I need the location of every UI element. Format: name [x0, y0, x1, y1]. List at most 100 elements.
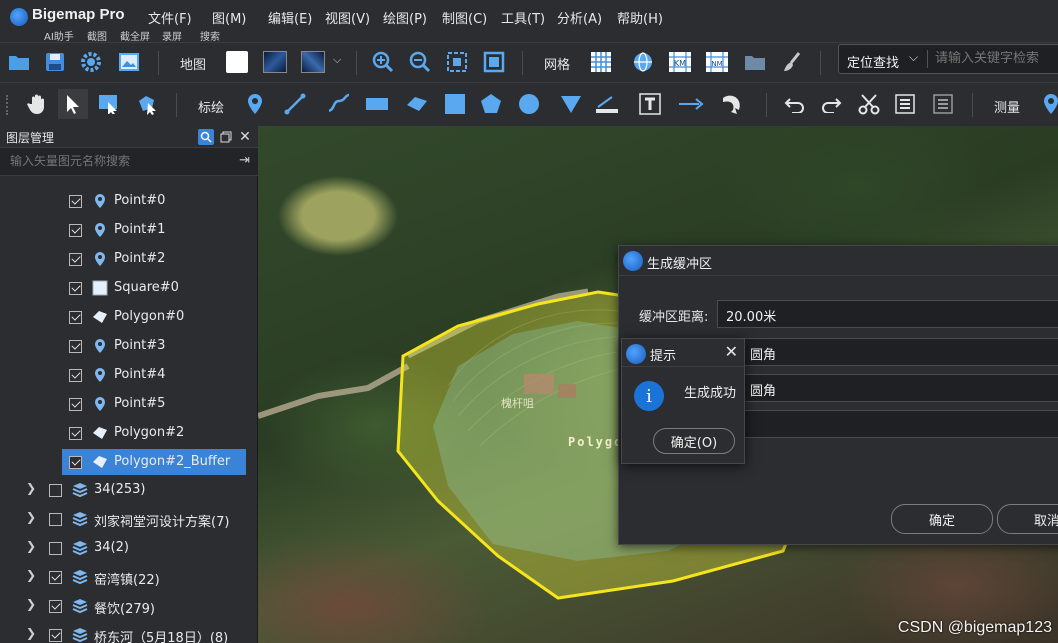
fullscreen-screenshot-button[interactable]: 截全屏 — [120, 28, 150, 43]
layer-group-checkbox[interactable] — [49, 600, 62, 613]
arrow-shape-tool-icon[interactable] — [402, 89, 432, 119]
settings-gear-icon[interactable] — [76, 47, 106, 77]
chevron-down-icon[interactable]: ⌵ — [333, 53, 341, 67]
rectangle-tool-icon[interactable] — [362, 89, 392, 119]
layer-checkbox[interactable] — [69, 311, 82, 324]
menu-analysis[interactable]: 分析(A) — [557, 8, 602, 27]
layer-checkbox[interactable] — [69, 224, 82, 237]
zoom-out-icon[interactable] — [405, 47, 435, 77]
satellite-map-icon[interactable] — [260, 47, 290, 77]
open-folder-icon[interactable] — [4, 47, 34, 77]
select-rect-icon[interactable] — [94, 89, 124, 119]
menu-view[interactable]: 视图(V) — [325, 8, 370, 27]
attribute-list-icon[interactable] — [890, 89, 920, 119]
layer-group-checkbox[interactable] — [49, 513, 62, 526]
chevron-right-icon[interactable]: ❯ — [26, 510, 36, 524]
clear-brush-icon[interactable] — [777, 47, 807, 77]
chevron-right-icon[interactable]: ❯ — [26, 568, 36, 582]
sheet-grid-icon[interactable]: NM — [702, 47, 732, 77]
menu-edit[interactable]: 编辑(E) — [268, 8, 312, 27]
menu-help[interactable]: 帮助(H) — [617, 8, 663, 27]
record-button[interactable]: 录屏 — [162, 28, 182, 43]
text-tool-icon[interactable] — [636, 89, 666, 119]
blank-map-icon[interactable] — [222, 47, 252, 77]
zoom-in-icon[interactable] — [368, 47, 398, 77]
layer-item[interactable]: Point#0 — [0, 188, 258, 214]
measure-ruler-icon[interactable] — [592, 89, 622, 119]
layer-item[interactable]: Polygon#0 — [0, 304, 258, 330]
toolbar-grip[interactable] — [6, 95, 9, 115]
layer-checkbox[interactable] — [69, 456, 82, 469]
full-extent-icon[interactable] — [479, 47, 509, 77]
layer-item[interactable]: Point#3 — [0, 333, 258, 359]
square-tool-icon[interactable] — [440, 89, 470, 119]
save-icon[interactable] — [40, 47, 70, 77]
layer-group[interactable]: ❯ 34(2) — [0, 535, 258, 561]
ai-assistant-button[interactable]: AI助手 — [44, 28, 74, 43]
undo-icon[interactable] — [780, 89, 810, 119]
chevron-right-icon[interactable]: ❯ — [26, 597, 36, 611]
chevron-down-icon[interactable]: ⌵ — [909, 50, 918, 65]
km-grid-icon[interactable]: KM — [665, 47, 695, 77]
image-icon[interactable] — [114, 47, 144, 77]
curve-tool-icon[interactable] — [324, 89, 354, 119]
layer-item[interactable]: Polygon#2_Buffer — [0, 449, 258, 475]
search-quick-button[interactable]: 搜索 — [200, 28, 220, 43]
select-pointer-icon[interactable] — [58, 89, 88, 119]
marker-pin-icon[interactable] — [240, 89, 270, 119]
pentagon-tool-icon[interactable] — [476, 89, 506, 119]
globe-lnglat-icon[interactable] — [628, 47, 658, 77]
search-icon[interactable] — [198, 129, 214, 145]
hybrid-map-icon[interactable] — [298, 47, 328, 77]
folder-icon[interactable] — [740, 47, 770, 77]
menu-tools[interactable]: 工具(T) — [501, 8, 545, 27]
layer-group[interactable]: ❯ 餐饮(279) — [0, 593, 258, 619]
arrow-line-icon[interactable] — [676, 89, 706, 119]
layer-checkbox[interactable] — [69, 398, 82, 411]
layer-checkbox[interactable] — [69, 427, 82, 440]
line-tool-icon[interactable] — [280, 89, 310, 119]
close-icon[interactable]: ✕ — [725, 342, 738, 361]
cut-scissors-icon[interactable] — [854, 89, 884, 119]
redo-icon[interactable] — [816, 89, 846, 119]
collapse-panel-icon[interactable]: ⇥ — [239, 153, 250, 168]
layer-checkbox[interactable] — [69, 282, 82, 295]
menu-map[interactable]: 图(M) — [212, 8, 246, 27]
menu-cartography[interactable]: 制图(C) — [442, 8, 487, 27]
chevron-right-icon[interactable]: ❯ — [26, 539, 36, 553]
pan-hand-icon[interactable] — [22, 89, 52, 119]
layer-group-checkbox[interactable] — [49, 571, 62, 584]
corner-select-1[interactable]: 圆角 — [741, 338, 1058, 366]
layer-item[interactable]: Point#1 — [0, 217, 258, 243]
layer-group[interactable]: ❯ 34(253) — [0, 477, 258, 503]
layer-checkbox[interactable] — [69, 195, 82, 208]
measure-pin-icon[interactable] — [1036, 89, 1058, 119]
close-icon[interactable]: ✕ — [237, 129, 253, 145]
layer-item[interactable]: Polygon#2 — [0, 420, 258, 446]
layer-search-input[interactable] — [10, 154, 220, 168]
distance-field[interactable]: 20.00米 — [717, 300, 1058, 328]
fit-extent-icon[interactable] — [442, 47, 472, 77]
layer-item[interactable]: Point#4 — [0, 362, 258, 388]
layer-item[interactable]: Point#2 — [0, 246, 258, 272]
menu-file[interactable]: 文件(F) — [148, 8, 192, 27]
circle-tool-icon[interactable] — [514, 89, 544, 119]
grid-icon[interactable] — [586, 47, 616, 77]
search-mode-select[interactable]: 定位查找 — [847, 52, 899, 71]
layer-group-checkbox[interactable] — [49, 629, 62, 642]
curved-arrow-icon[interactable] — [718, 89, 748, 119]
sector-tool-icon[interactable] — [556, 89, 586, 119]
menu-draw[interactable]: 绘图(P) — [383, 8, 427, 27]
cancel-button[interactable]: 取消 — [997, 504, 1058, 534]
layer-group[interactable]: ❯ 桥东河（5月18日）(8) — [0, 622, 258, 643]
layer-item[interactable]: Point#5 — [0, 391, 258, 417]
corner-select-2[interactable]: 圆角 — [741, 374, 1058, 402]
table-list-icon[interactable] — [928, 89, 958, 119]
layer-group-checkbox[interactable] — [49, 484, 62, 497]
chevron-right-icon[interactable]: ❯ — [26, 626, 36, 640]
layer-group[interactable]: ❯ 窑湾镇(22) — [0, 564, 258, 590]
chevron-right-icon[interactable]: ❯ — [26, 481, 36, 495]
layer-item[interactable]: Square#0 — [0, 275, 258, 301]
layer-checkbox[interactable] — [69, 253, 82, 266]
keyword-search-input[interactable] — [935, 51, 1058, 66]
